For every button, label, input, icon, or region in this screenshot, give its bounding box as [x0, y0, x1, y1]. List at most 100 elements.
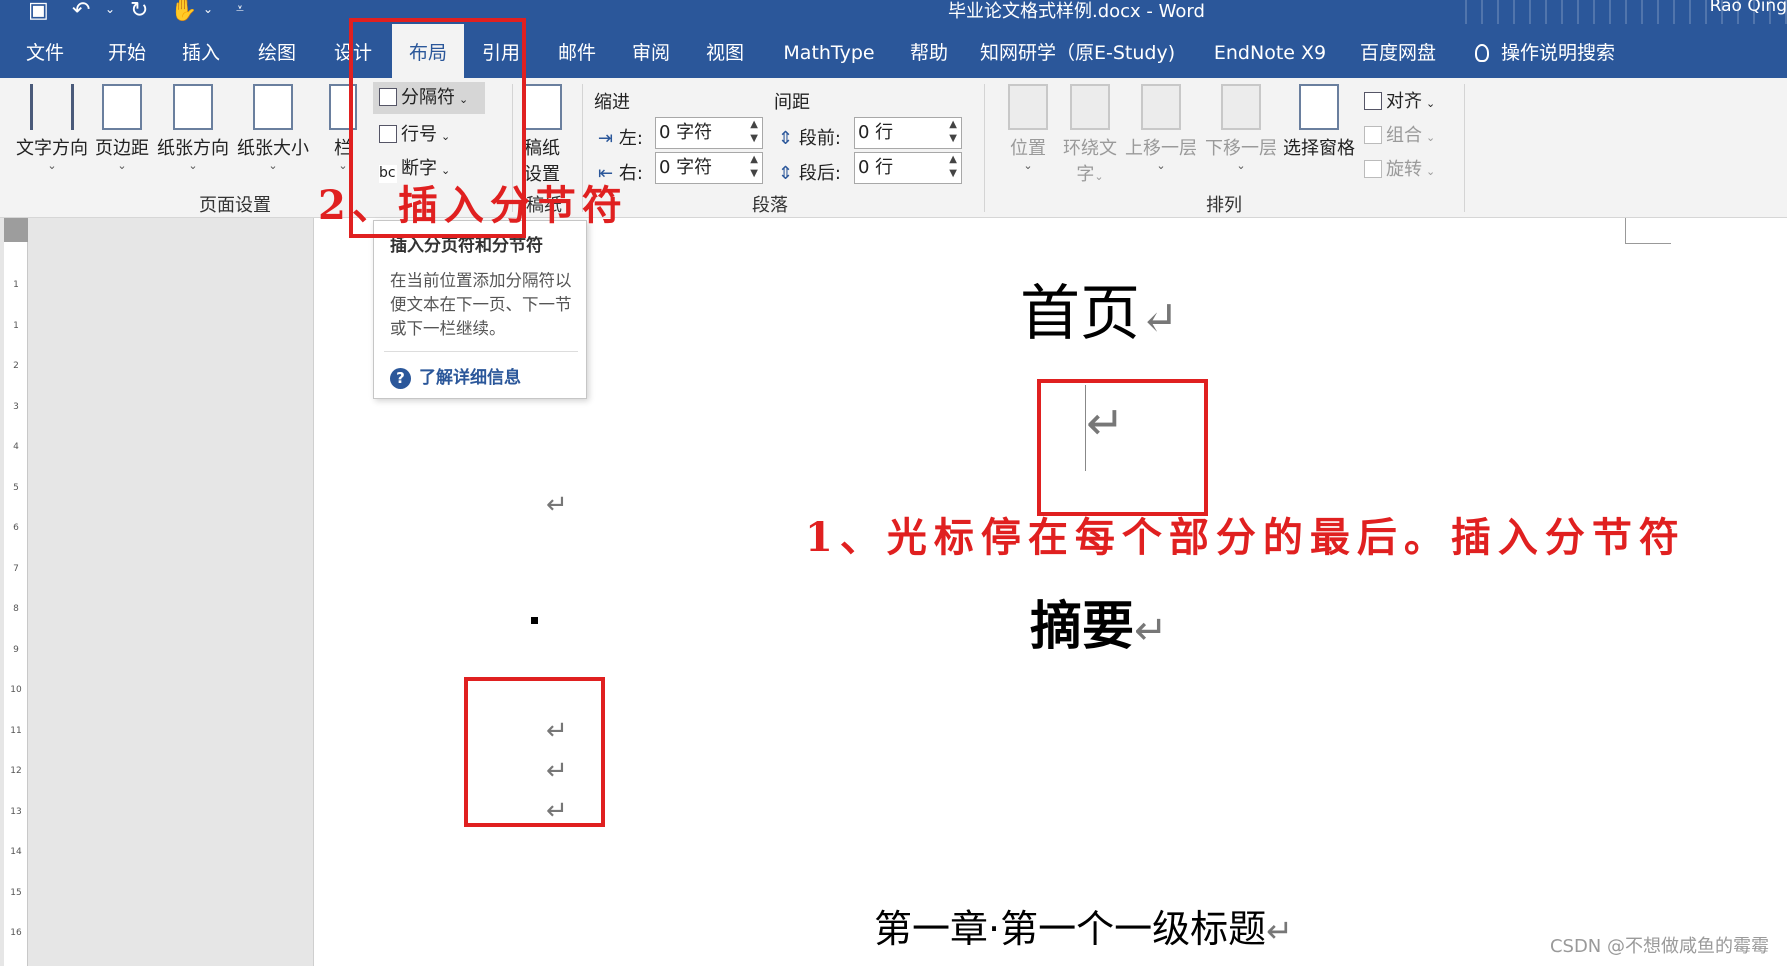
- tab-review[interactable]: 审阅: [620, 24, 682, 78]
- indent-right-value: 0 字符: [659, 157, 713, 178]
- group-divider: [1464, 84, 1465, 212]
- wrap-text-button[interactable]: 环绕文 字⌄: [1062, 84, 1118, 186]
- spacing-heading: 间距: [774, 92, 810, 113]
- tab-mailings[interactable]: 邮件: [546, 24, 608, 78]
- spinner-arrows-icon[interactable]: ▲ ▼: [750, 118, 758, 146]
- indent-left-label: ⇥ 左:: [598, 124, 643, 150]
- watermark: CSDN @不想做咸鱼的霉霉: [1549, 936, 1769, 957]
- chevron-down-icon: ⌄: [1094, 170, 1104, 183]
- send-backward-icon: [1221, 84, 1261, 130]
- tab-draw[interactable]: 绘图: [246, 24, 308, 78]
- align-button[interactable]: 对齐 ⌄: [1364, 87, 1435, 113]
- user-name[interactable]: Rao Qing: [1710, 0, 1787, 16]
- orientation-button[interactable]: 纸张方向 ⌄: [155, 84, 231, 172]
- spinner-arrows-icon[interactable]: ▲ ▼: [949, 153, 957, 181]
- paragraph-group-label: 段落: [752, 195, 788, 216]
- chevron-down-icon: ⌄: [1426, 97, 1436, 110]
- text-direction-label: 文字方向: [16, 138, 88, 159]
- spinner-arrows-icon[interactable]: ▲ ▼: [750, 153, 758, 181]
- spinner-arrows-icon[interactable]: ▲ ▼: [949, 118, 957, 146]
- spacing-after-input[interactable]: 0 行 ▲ ▼: [854, 152, 962, 184]
- left-margin-area: [0, 218, 313, 966]
- tab-file[interactable]: 文件: [14, 24, 76, 78]
- manuscript-settings-button[interactable]: 稿纸 设置: [520, 84, 564, 186]
- group-divider: [984, 84, 985, 212]
- send-backward-button[interactable]: 下移一层 ⌄: [1204, 84, 1278, 172]
- spacing-after-text: 段后:: [798, 163, 841, 184]
- tab-insert[interactable]: 插入: [170, 24, 232, 78]
- page-corner-mark: [1625, 218, 1671, 244]
- ruler-number: 2: [13, 361, 19, 371]
- chevron-down-icon: ⌄: [1156, 159, 1166, 172]
- bring-forward-button[interactable]: 上移一层 ⌄: [1124, 84, 1198, 172]
- undo-dropdown-icon[interactable]: ⌄: [105, 2, 115, 16]
- tooltip-help-text: 了解详细信息: [419, 368, 521, 388]
- annotation-step-2: 2、插入分节符: [318, 182, 628, 229]
- tab-home[interactable]: 开始: [96, 24, 158, 78]
- vertical-ruler[interactable]: 11234567891011121314151617: [4, 218, 28, 966]
- paragraph-mark: ↵: [546, 490, 568, 520]
- save-icon[interactable]: ▣: [28, 0, 49, 23]
- spacing-before-text: 段前:: [798, 128, 841, 149]
- ruler-number: 6: [13, 523, 19, 533]
- undo-icon[interactable]: ↶: [72, 0, 90, 23]
- rotate-label: 旋转: [1386, 159, 1422, 180]
- tell-me-label: 操作说明搜索: [1501, 42, 1616, 64]
- spacing-before-input[interactable]: 0 行 ▲ ▼: [854, 117, 962, 149]
- tab-mathtype[interactable]: MathType: [778, 24, 880, 78]
- page-setup-group-label: 页面设置: [199, 195, 271, 216]
- group-objects-button[interactable]: 组合 ⌄: [1364, 121, 1435, 147]
- ruler-number: 13: [10, 806, 22, 817]
- tell-me-search[interactable]: 操作说明搜索: [1475, 24, 1615, 78]
- group-label: 组合: [1386, 125, 1422, 146]
- chevron-down-icon: ⌄: [268, 159, 278, 172]
- margins-icon: [102, 84, 142, 130]
- spacing-before-icon: ⇕: [778, 128, 794, 149]
- manuscript-icon: [522, 84, 562, 130]
- heading-first-page[interactable]: 首页↵: [1020, 265, 1179, 352]
- heading-abstract[interactable]: 摘要↵: [1030, 584, 1168, 659]
- redo-icon[interactable]: ↻: [130, 0, 148, 23]
- text-direction-button[interactable]: 文字方向 ⌄: [14, 84, 90, 172]
- chevron-down-icon: ⌄: [188, 159, 198, 172]
- paragraph-mark: ↵: [1134, 608, 1168, 654]
- lightbulb-icon: [1475, 44, 1489, 62]
- orientation-label: 纸张方向: [157, 138, 229, 159]
- indent-left-text: 左:: [618, 128, 643, 149]
- tab-endnote[interactable]: EndNote X9: [1210, 24, 1330, 78]
- text-direction-icon: [30, 84, 74, 130]
- tab-help[interactable]: 帮助: [898, 24, 960, 78]
- chevron-down-icon: ⌄: [1023, 159, 1033, 172]
- position-label: 位置: [1010, 138, 1046, 159]
- touch-mode-dropdown-icon[interactable]: ⌄: [203, 2, 213, 16]
- position-button[interactable]: 位置 ⌄: [1004, 84, 1052, 172]
- ruler-number: 15: [10, 887, 22, 898]
- tab-baidu-netdisk[interactable]: 百度网盘: [1352, 24, 1444, 78]
- tooltip-help-link[interactable]: ? 了解详细信息: [390, 363, 521, 389]
- touch-mode-icon[interactable]: ✋: [170, 0, 197, 23]
- orientation-icon: [173, 84, 213, 130]
- annotation-box-cursor: [1037, 379, 1208, 516]
- wrap-text-label-line2: 字: [1076, 164, 1095, 185]
- margins-button[interactable]: 页边距 ⌄: [94, 84, 150, 172]
- rotate-button[interactable]: 旋转 ⌄: [1364, 155, 1435, 181]
- ruler-number: 16: [10, 928, 22, 938]
- tooltip-divider: [384, 351, 578, 352]
- ruler-number: 1: [13, 280, 19, 290]
- size-button[interactable]: 纸张大小 ⌄: [234, 84, 312, 172]
- ribbon: 文字方向 ⌄ 页边距 ⌄ 纸张方向 ⌄ 纸张大小 ⌄ 栏 ⌄ 分隔符 ⌄ 行号 ⌄: [0, 78, 1787, 288]
- align-icon: [1364, 92, 1382, 110]
- customize-icon[interactable]: ⩡: [236, 1, 244, 17]
- send-backward-label: 下移一层: [1205, 138, 1277, 159]
- tab-view[interactable]: 视图: [694, 24, 756, 78]
- indent-left-input[interactable]: 0 字符 ▲ ▼: [655, 117, 763, 149]
- selection-pane-button[interactable]: 选择窗格: [1282, 84, 1356, 160]
- indent-right-input[interactable]: 0 字符 ▲ ▼: [655, 152, 763, 184]
- heading-first-page-text: 首页: [1020, 279, 1140, 349]
- ruler-number: 7: [13, 563, 19, 574]
- spacing-after-icon: ⇕: [778, 163, 794, 184]
- spacing-after-label: ⇕ 段后:: [778, 159, 841, 185]
- heading-chapter-one[interactable]: 第一章·第一个一级标题↵: [874, 898, 1293, 953]
- bring-forward-label: 上移一层: [1125, 138, 1197, 159]
- tab-cnki-estudy[interactable]: 知网研学（原E-Study): [980, 24, 1175, 78]
